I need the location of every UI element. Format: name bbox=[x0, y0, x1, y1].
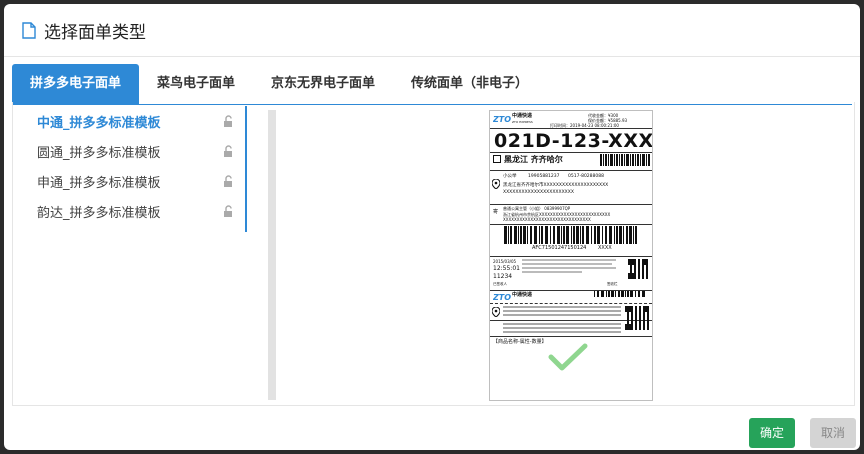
template-label: 韵达_拼多多标准模板 bbox=[37, 205, 161, 221]
cancel-button[interactable]: 取消 bbox=[810, 418, 856, 448]
selected-check-icon bbox=[548, 343, 588, 371]
tracking-suffix: XXXX bbox=[598, 245, 612, 251]
document-icon bbox=[22, 21, 36, 39]
qr-code bbox=[628, 259, 648, 279]
sender-tag: 寄 bbox=[493, 209, 499, 215]
stub-receiver-lines bbox=[503, 306, 621, 316]
template-item-yunda[interactable]: 韵达_拼多多标准模板 bbox=[17, 196, 247, 226]
stub-sender-lines bbox=[503, 323, 621, 333]
template-dialog: 选择面单类型 拼多多电子面单 菜鸟电子面单 京东无界电子面单 传统面单（非电子）… bbox=[4, 4, 860, 450]
sort-code: 021D-123-XXX bbox=[494, 130, 653, 152]
unlock-icon bbox=[224, 205, 232, 217]
tab-jd[interactable]: 京东无界电子面单 bbox=[253, 64, 393, 104]
dialog-header: 选择面单类型 bbox=[4, 4, 860, 57]
svg-text:ZTO: ZTO bbox=[493, 115, 511, 123]
sender-address-2: XXXXXXXXXXXXXXXXXXXXXXXXXXXXXXXX bbox=[503, 217, 591, 222]
stub-barcode bbox=[594, 291, 645, 297]
receiver-tel: 0517-80288088 bbox=[568, 174, 604, 179]
ship-time: 12:55:01 bbox=[493, 265, 520, 272]
location-pin-icon bbox=[492, 307, 500, 317]
ship-num: 11234 bbox=[493, 273, 513, 280]
location-pin-icon bbox=[492, 179, 500, 189]
brand-name-2: 中通快递 bbox=[512, 292, 533, 298]
template-label: 中通_拼多多标准模板 bbox=[37, 115, 161, 131]
receiver-name: 小公举 bbox=[503, 174, 517, 179]
template-label: 圆通_拼多多标准模板 bbox=[37, 145, 161, 161]
dialog-title: 选择面单类型 bbox=[44, 22, 146, 43]
list-scrollbar[interactable] bbox=[245, 106, 247, 232]
brand-name: 中通快递 bbox=[512, 113, 533, 119]
tab-bar: 拼多多电子面单 菜鸟电子面单 京东无界电子面单 传统面单（非电子） bbox=[12, 64, 852, 105]
zto-logo: ZTO bbox=[493, 115, 511, 123]
template-item-zto[interactable]: 中通_拼多多标准模板 bbox=[17, 106, 247, 136]
terms-text bbox=[522, 259, 618, 275]
qr-code-2 bbox=[625, 306, 649, 330]
template-label: 申通_拼多多标准模板 bbox=[37, 175, 161, 191]
unlock-icon bbox=[224, 175, 232, 187]
sign-label: 签收栏 bbox=[607, 282, 618, 286]
tab-pdd[interactable]: 拼多多电子面单 bbox=[12, 64, 140, 104]
preview-scrollbar[interactable] bbox=[268, 110, 276, 400]
region-box-icon bbox=[493, 155, 501, 163]
confirm-button[interactable]: 确定 bbox=[749, 418, 795, 448]
waybill-preview: ZTO 中通快递 ZTO EXPRESS 代收金额：¥300 保价金额：¥588… bbox=[489, 110, 653, 401]
template-list: 中通_拼多多标准模板 圆通_拼多多标准模板 申通_拼多多标准模板 韵达_拼多多标… bbox=[17, 106, 247, 232]
signed-label: 已签收人 bbox=[493, 282, 507, 286]
template-item-yto[interactable]: 圆通_拼多多标准模板 bbox=[17, 136, 247, 166]
receiver-address-2: XXXXXXXXXXXXXXXXXXXXXXX bbox=[503, 190, 574, 195]
tracking-barcode bbox=[504, 226, 637, 244]
goods-label: 【商品名称-属性-数量】 bbox=[493, 339, 547, 345]
template-item-sto[interactable]: 申通_拼多多标准模板 bbox=[17, 166, 247, 196]
region-text: 黑龙江 齐齐哈尔 bbox=[504, 155, 563, 164]
ship-date: 2015/03/05 bbox=[493, 259, 517, 264]
unlock-icon bbox=[224, 145, 232, 157]
unlock-icon bbox=[224, 115, 232, 127]
tab-cainiao[interactable]: 菜鸟电子面单 bbox=[139, 64, 253, 104]
region-barcode bbox=[600, 154, 650, 166]
brand-en: ZTO EXPRESS bbox=[512, 120, 533, 124]
tab-content: 中通_拼多多标准模板 圆通_拼多多标准模板 申通_拼多多标准模板 韵达_拼多多标… bbox=[12, 102, 855, 406]
receiver-address: 黑龙江省齐齐哈尔市XXXXXXXXXXXXXXXXXXXXX bbox=[503, 183, 609, 188]
sender-line: 普通公寓主管（小姐） 08399907QP bbox=[503, 206, 571, 211]
zto-logo-small: ZTO bbox=[493, 293, 511, 301]
receiver-phone: 19905881237 bbox=[528, 174, 560, 179]
tracking-number: AFC71501247150124 bbox=[532, 245, 587, 251]
svg-text:ZTO: ZTO bbox=[493, 293, 511, 301]
tab-traditional[interactable]: 传统面单（非电子） bbox=[393, 64, 546, 104]
